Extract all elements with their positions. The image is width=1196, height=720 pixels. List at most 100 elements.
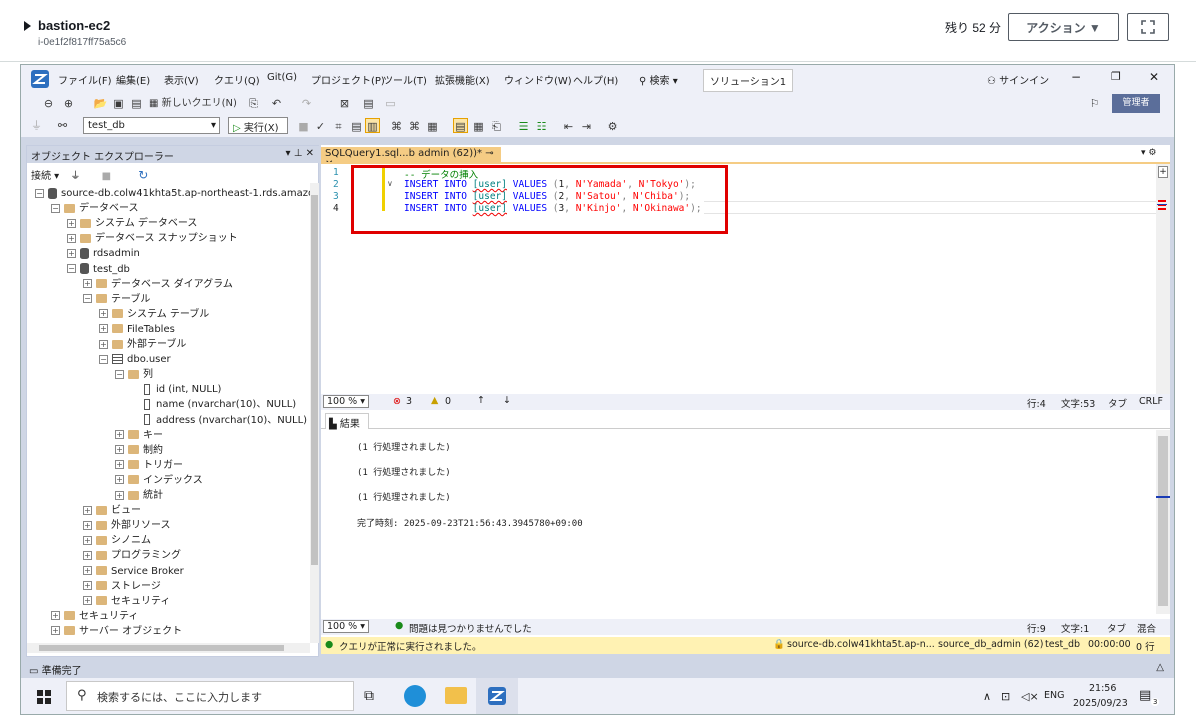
menu-edit[interactable]: 編集(E) [116,72,150,87]
tab-sqlquery1[interactable]: SQLQuery1.sql...b admin (62))* ⊸ ✕ [321,147,501,170]
expand-icon[interactable]: + [51,626,60,636]
tree-node[interactable]: + インデックス [115,473,203,488]
tree-node[interactable]: + rdsadmin [67,246,140,261]
tree-node[interactable]: + FileTables [99,322,175,337]
tree-node[interactable]: + プログラミング [83,548,181,563]
expand-icon[interactable]: + [83,505,92,515]
save-icon[interactable]: ▣ [111,96,126,111]
tree-node[interactable]: + 統計 [115,488,163,503]
tree-node[interactable]: address (nvarchar(10)、NULL) [131,413,307,428]
stop-icon[interactable]: ■ [296,119,311,134]
expand-icon[interactable]: + [83,520,92,530]
code-editor[interactable]: 1 2 3 4 ∨ -- データの挿入 INSERT INTO [user] V… [321,164,1156,394]
collapse-icon[interactable]: − [51,203,60,213]
tree-node[interactable]: + データベース スナップショット [67,231,238,246]
back-icon[interactable]: ⊖ [41,96,56,111]
tree-node[interactable]: + サーバー オブジェクト [51,624,182,639]
pin-icon[interactable]: ⊸ [485,148,493,159]
execute-button[interactable]: ▷ 実行(X) [228,117,288,134]
expand-icon[interactable]: + [83,535,92,545]
client-stats-icon[interactable]: ▦ [425,119,440,134]
expand-icon[interactable]: + [115,490,124,500]
menu-git[interactable]: Git(G) [267,72,297,83]
results-vertical-scrollbar[interactable] [1156,430,1170,614]
change-connection-icon[interactable]: ⚯ [55,118,70,133]
tree-node[interactable]: + 外部リソース [83,518,171,533]
close-window-button[interactable]: ✕ [1149,70,1159,84]
editor-zoom-select[interactable]: 100 % ▾ [323,395,369,408]
tree-node[interactable]: + 外部テーブル [99,337,186,352]
signin-button[interactable]: ⚇ サインイン [987,72,1049,87]
open-folder-icon[interactable]: 📂 [93,96,108,111]
file-icon[interactable]: ⎗ [489,119,504,134]
panel-close-icon[interactable]: ▾ ⊥ ✕ [286,148,314,159]
tab-options-icon[interactable]: ▾ ⚙ [1141,148,1156,158]
feedback-icon[interactable]: ⚐ [1087,96,1102,111]
expand-icon[interactable]: + [115,460,124,470]
collapse-icon[interactable]: − [83,294,92,304]
comment-icon[interactable]: ☰ [516,119,531,134]
task-view-icon[interactable]: ⧉ [364,688,374,704]
properties-icon[interactable]: ▤ [361,96,376,111]
tree-node[interactable]: name (nvarchar(10)、NULL) [131,397,296,412]
warning-icon[interactable]: ▲ [431,395,438,406]
specify-values-icon[interactable]: ⚙ [605,119,620,134]
taskbar-search-input[interactable]: ⚲ 検索するには、ここに入力します [66,681,354,711]
tree-node[interactable]: + セキュリティ [83,594,170,609]
tree-node[interactable]: + シノニム [83,533,151,548]
stats-icon[interactable]: ⌘ [407,119,422,134]
menu-file[interactable]: ファイル(F) [58,72,112,87]
menu-query[interactable]: クエリ(Q) [214,72,260,87]
grid-icon[interactable]: ▦ [471,119,486,134]
tree-node[interactable]: + トリガー [115,458,183,473]
tray-chevron-icon[interactable]: ∧ [983,690,991,703]
tree-node[interactable]: + 制約 [115,443,163,458]
collapse-icon[interactable]: − [99,354,108,364]
file-explorer-icon[interactable] [445,687,467,704]
uncomment-icon[interactable]: ☷ [534,119,549,134]
expand-icon[interactable]: + [83,550,92,560]
menu-help[interactable]: ヘルプ(H) [573,72,618,87]
menu-view[interactable]: 表示(V) [164,72,199,87]
undo-icon[interactable]: ↶ [269,96,284,111]
activity-monitor-icon[interactable]: ⊠ [337,96,352,111]
windows-start-icon[interactable] [37,690,51,704]
forward-icon[interactable]: ⊕ [61,96,76,111]
plug-icon[interactable]: ⏚ [70,171,80,182]
tree-node[interactable]: − dbo.user [99,352,171,367]
expand-icon[interactable]: + [99,309,108,319]
connect-dropdown[interactable]: 接続 ▾ [31,171,59,182]
expand-icon[interactable]: + [115,475,124,485]
tree-node[interactable]: + Service Broker [83,564,184,579]
tree-node[interactable]: + データベース ダイアグラム [83,277,233,292]
connect-icon[interactable]: ⏚ [29,118,44,133]
oe-horizontal-scrollbar[interactable] [27,643,310,653]
layout-icon[interactable]: ▭ [383,96,398,111]
results-zoom-select[interactable]: 100 % ▾ [323,620,369,633]
volume-icon[interactable]: ◁× [1021,690,1039,703]
network-icon[interactable]: ⊡ [1001,690,1010,703]
clock-time[interactable]: 21:56 [1089,683,1116,694]
collapse-icon[interactable]: − [115,369,124,379]
expand-icon[interactable]: + [83,279,92,289]
edge-browser-icon[interactable] [404,685,426,707]
tree-node[interactable]: + ストレージ [83,579,161,594]
parse-check-icon[interactable]: ✓ [313,119,328,134]
expand-icon[interactable]: + [83,596,92,606]
include-plan-icon[interactable]: ⌘ [389,119,404,134]
tree-node[interactable]: + システム データベース [67,216,197,231]
tree-node[interactable]: + キー [115,428,163,443]
messages-pane[interactable]: (1 行処理されました) (1 行処理されました) (1 行処理されました) 完… [321,430,1156,614]
query-icon[interactable]: ⎘ [246,96,261,111]
expand-icon[interactable]: + [51,611,60,621]
tree-node[interactable]: + ビュー [83,503,141,518]
tree-node[interactable]: − source-db.colw41khta5t.ap-northeast-1.r… [35,186,310,201]
language-indicator[interactable]: ENG [1044,690,1064,701]
tree-node[interactable]: + セキュリティ [51,609,138,624]
results-file-icon[interactable]: ▥ [365,118,380,133]
menu-window[interactable]: ウィンドウ(W) [504,72,572,87]
fullscreen-button[interactable] [1127,13,1169,41]
expand-icon[interactable]: + [67,248,76,258]
collapse-icon[interactable]: − [35,188,44,198]
menu-project[interactable]: プロジェクト(P) [311,72,385,87]
